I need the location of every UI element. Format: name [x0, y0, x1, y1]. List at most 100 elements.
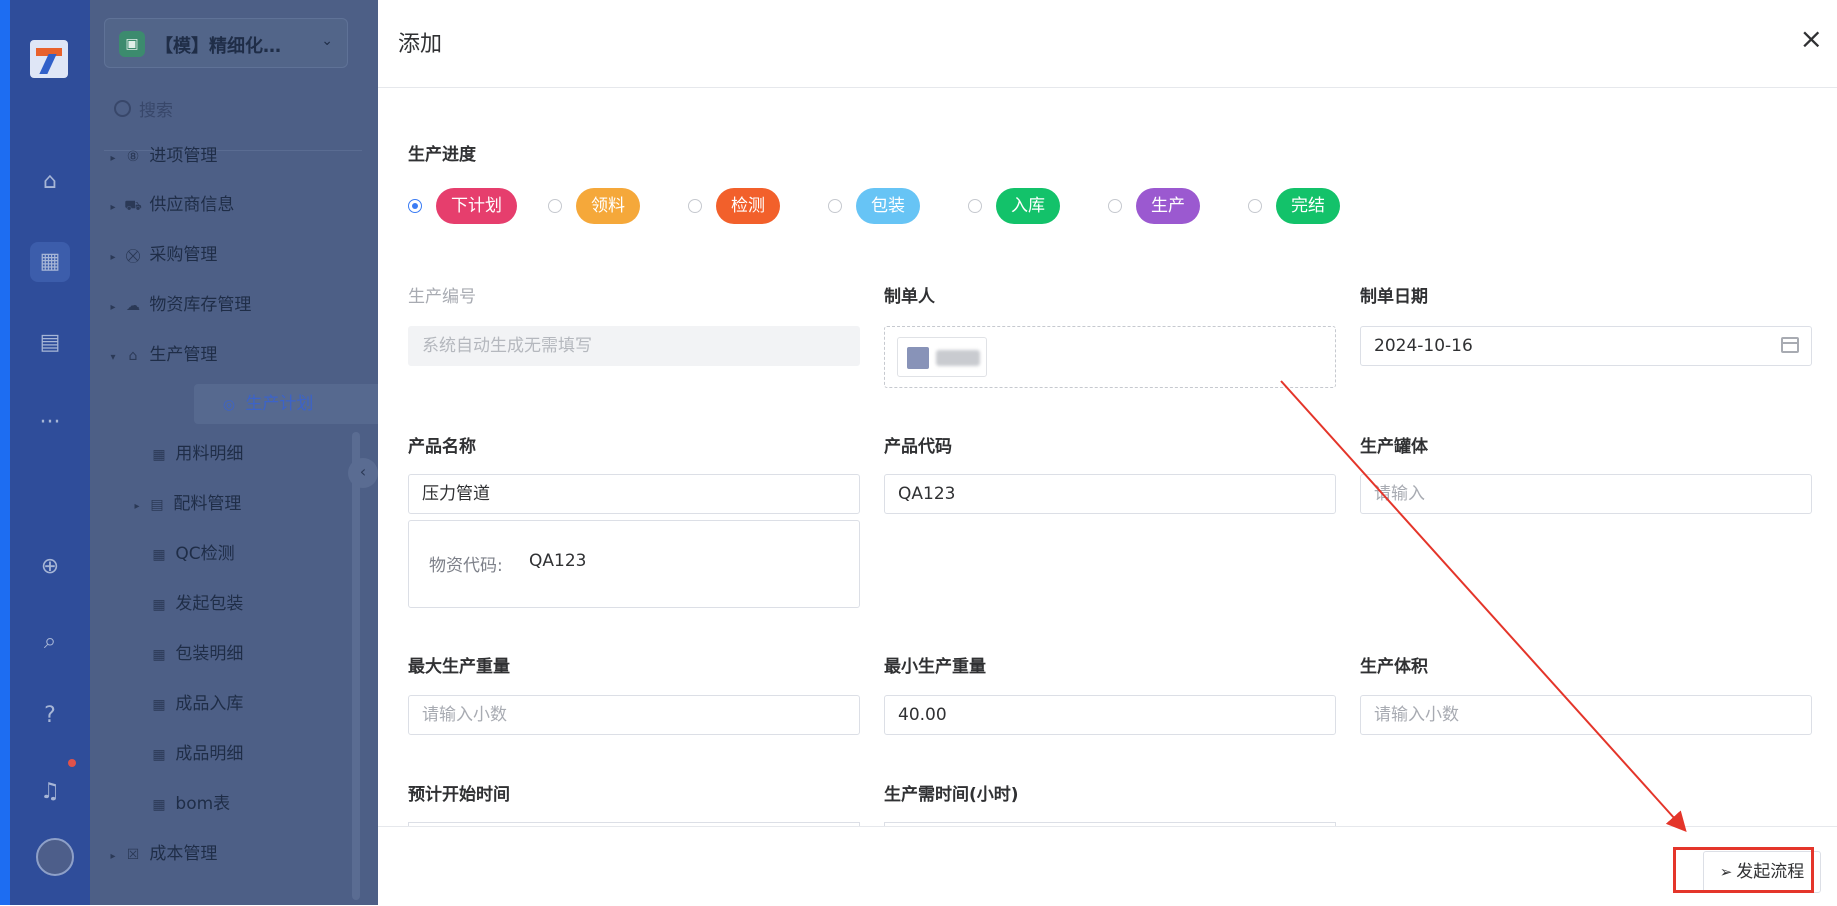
product-name-label: 产品名称 — [408, 437, 476, 457]
grid-icon: ▦ — [152, 697, 166, 713]
expand-icon: ▸ — [110, 851, 116, 862]
date-label: 制单日期 — [1360, 287, 1428, 307]
grid-icon: ▦ — [152, 647, 166, 663]
menu-item-product-in[interactable]: ▦ 成品入库 — [104, 684, 362, 724]
planet-icon: ◎ — [222, 397, 236, 413]
radio-circle[interactable] — [548, 199, 562, 213]
min-weight-label: 最小生产重量 — [884, 657, 986, 677]
volume-input[interactable]: 请输入小数 — [1360, 695, 1812, 735]
menu-item-label: 配料管理 — [173, 494, 242, 514]
menu-item-income[interactable]: ▸ ⑧ 进项管理 — [104, 136, 362, 176]
expand-icon: ▸ — [110, 202, 116, 213]
factory-icon: ⌂ — [128, 348, 138, 364]
menu-item-production[interactable]: ▾ ⌂ 生产管理 — [104, 335, 362, 375]
grid-icon: ▦ — [152, 797, 166, 813]
menu-item-label: 包装明细 — [175, 644, 244, 664]
grid-icon[interactable]: ▦ — [30, 242, 70, 282]
menu-item-label: QC检测 — [175, 544, 235, 564]
notification-dot — [68, 759, 76, 767]
product-code-input[interactable]: QA123 — [884, 474, 1336, 514]
radio-circle[interactable] — [1248, 199, 1262, 213]
document-icon[interactable]: ▤ — [30, 323, 70, 363]
menu-item-label: 发起包装 — [175, 594, 244, 614]
menu-item-packing-detail[interactable]: ▦ 包装明细 — [104, 634, 362, 674]
bell-icon[interactable]: ♫ — [30, 772, 70, 812]
menu-item-label: 成品明细 — [175, 744, 244, 764]
collapse-sidebar-button[interactable]: ‹ — [348, 458, 378, 488]
menu-item-label: 成品入库 — [175, 694, 244, 714]
hours-label: 生产需时间(小时) — [884, 785, 1019, 805]
status-pill: 包装 — [856, 188, 920, 224]
menu-item-supplier[interactable]: ▸ ⛟ 供应商信息 — [104, 185, 362, 225]
status-pill: 领料 — [576, 188, 640, 224]
status-pill: 完结 — [1276, 188, 1340, 224]
product-name-input[interactable]: 压力管道 — [408, 474, 860, 514]
radio-circle[interactable] — [688, 199, 702, 213]
menu-item-label: 采购管理 — [149, 245, 218, 265]
menu-item-label: 供应商信息 — [149, 195, 235, 215]
icon-rail: ⌂ ▦ ▤ ··· ⊕ ⌕ ? ♫ — [0, 0, 90, 905]
user-avatar[interactable] — [36, 838, 74, 876]
max-weight-input[interactable]: 请输入小数 — [408, 695, 860, 735]
close-button[interactable]: × — [1800, 24, 1823, 54]
radio-circle[interactable] — [1108, 199, 1122, 213]
menu-item-product-detail[interactable]: ▦ 成品明细 — [104, 734, 362, 774]
app-name: 【模】精细化… — [155, 36, 281, 57]
app-selector[interactable]: ▣ 【模】精细化… ⌄ — [104, 18, 348, 68]
creator-picker[interactable] — [884, 326, 1336, 388]
cart-icon: ⛒ — [125, 248, 141, 264]
plus-circle-icon[interactable]: ⊕ — [30, 547, 70, 587]
calendar-icon[interactable] — [1781, 337, 1799, 353]
menu-item-batching[interactable]: ▸ ▤ 配料管理 — [104, 484, 362, 524]
code-input: 系统自动生成无需填写 — [408, 326, 860, 366]
radio-circle[interactable] — [408, 199, 422, 213]
menu-item-qc[interactable]: ▦ QC检测 — [104, 534, 362, 574]
logo-icon[interactable] — [30, 40, 68, 78]
menu-item-label: 生产管理 — [149, 345, 218, 365]
money-icon: ⑧ — [126, 149, 140, 165]
grid-icon: ▦ — [152, 747, 166, 763]
product-info-card: 物资代码: QA123 — [408, 520, 860, 608]
drawer-header: 添加 × — [378, 0, 1837, 88]
date-value: 2024-10-16 — [1374, 336, 1473, 356]
menu-item-inventory[interactable]: ▸ ☁ 物资库存管理 — [104, 285, 362, 325]
material-code-value: QA123 — [529, 551, 587, 571]
search-icon[interactable]: ⌕ — [30, 622, 70, 662]
more-icon[interactable]: ··· — [30, 403, 70, 443]
chevron-down-icon: ⌄ — [321, 33, 333, 49]
code-label: 生产编号 — [408, 287, 476, 307]
side-menu: ▣ 【模】精细化… ⌄ 搜索 ▸ ⑧ 进项管理 ▸ ⛟ 供应商信息 ▸ ⛒ 采购管理 … — [90, 0, 448, 905]
app-icon: ▣ — [119, 31, 145, 57]
menu-search[interactable]: 搜索 — [114, 96, 173, 121]
min-weight-input[interactable]: 40.00 — [884, 695, 1336, 735]
menu-item-start-packing[interactable]: ▦ 发起包装 — [104, 584, 362, 624]
date-input[interactable]: 2024-10-16 — [1360, 326, 1812, 366]
menu-item-material-detail[interactable]: ▦ 用料明细 — [104, 434, 362, 474]
menu-item-label: 进项管理 — [149, 146, 218, 166]
volume-label: 生产体积 — [1360, 657, 1428, 677]
help-icon[interactable]: ? — [30, 696, 70, 736]
grid-icon: ▦ — [152, 447, 166, 463]
collapse-icon: ▾ — [110, 352, 116, 363]
menu-item-bom[interactable]: ▦ bom表 — [104, 784, 362, 824]
doc-icon: ▤ — [150, 497, 164, 513]
radio-circle[interactable] — [828, 199, 842, 213]
home-icon[interactable]: ⌂ — [30, 162, 70, 202]
menu-item-label: bom表 — [175, 794, 231, 814]
drawer-title: 添加 — [398, 32, 443, 57]
cloud-icon: ☁ — [126, 298, 140, 314]
highlight-box — [1673, 847, 1814, 893]
expand-icon: ▸ — [110, 252, 116, 263]
tank-input[interactable]: 请输入 — [1360, 474, 1812, 514]
menu-scrollbar[interactable] — [352, 432, 360, 900]
menu-item-purchase[interactable]: ▸ ⛒ 采购管理 — [104, 235, 362, 275]
user-chip[interactable] — [897, 337, 987, 377]
search-placeholder: 搜索 — [139, 101, 173, 121]
drawer-footer: ➢ 发起流程 — [378, 826, 1837, 906]
radio-circle[interactable] — [968, 199, 982, 213]
status-pill: 下计划 — [436, 188, 517, 224]
menu-item-cost[interactable]: ▸ ☒ 成本管理 — [104, 834, 362, 874]
truck-icon: ⛟ — [124, 198, 142, 214]
status-pill: 入库 — [996, 188, 1060, 224]
add-drawer: 添加 × 生产进度 下计划 领料 检测 包装 入库 生产 完结 生产编号 系统自… — [378, 0, 1837, 906]
